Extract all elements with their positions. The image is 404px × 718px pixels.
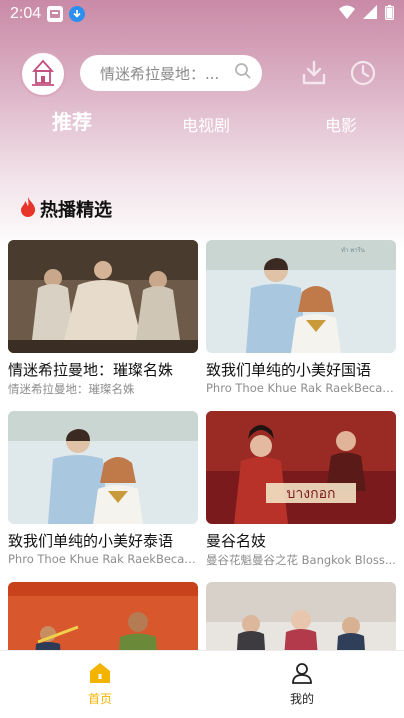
home-icon [88, 661, 112, 688]
search-placeholder: 情迷希拉曼地：... [100, 64, 220, 83]
card-title: 致我们单纯的小美好国语 [206, 361, 372, 379]
nav-home-label: 首页 [87, 692, 112, 706]
category-tabs: 推荐 电视剧 电影 [0, 104, 404, 138]
notification-app-icon [47, 6, 64, 22]
app-logo[interactable] [20, 51, 66, 97]
card-title: 曼谷名妓 [206, 532, 267, 550]
video-card[interactable] [8, 582, 198, 650]
section-header: 热播精选 [20, 196, 112, 222]
search-input[interactable]: 情迷希拉曼地：... [80, 55, 262, 91]
video-card[interactable]: 致我们单纯的小美好泰语 Phro Thoe Khue Rak RaekBecau… [8, 411, 198, 566]
section-title: 热播精选 [40, 200, 112, 221]
card-subtitle: Phro Thoe Khue Rak RaekBecause... [8, 552, 198, 566]
poster-image [8, 240, 198, 353]
tab-movies[interactable]: 电影 [325, 112, 357, 136]
card-subtitle: Phro Thoe Khue Rak RaekBecause... [206, 381, 396, 395]
search-icon[interactable] [234, 62, 252, 84]
top-bar: 情迷希拉曼地：... [0, 50, 404, 97]
profile-icon [290, 661, 314, 688]
download-notification-icon [69, 6, 86, 22]
poster-image [8, 582, 198, 650]
history-clock-icon[interactable] [349, 59, 377, 87]
card-subtitle: 曼谷花魁曼谷之花 Bangkok Bloss... [206, 553, 396, 567]
nav-profile-label: 我的 [289, 692, 314, 706]
poster-image: บางกอก [206, 411, 396, 524]
download-icon[interactable] [300, 59, 328, 87]
svg-text:บางกอก: บางกอก [287, 486, 336, 502]
svg-text:ทำ พารีน: ทำ พารีน [341, 246, 365, 254]
poster-image [206, 582, 396, 650]
video-card[interactable]: 情迷希拉曼地：璀璨名姝 情迷希拉曼地：璀璨名姝 [8, 240, 198, 397]
nav-home[interactable]: 首页 [70, 661, 130, 707]
tab-recommend[interactable]: 推荐 [52, 106, 92, 135]
status-bar: 2:04 [0, 0, 404, 28]
card-title: 致我们单纯的小美好泰语 [8, 532, 174, 550]
temple-logo-icon [31, 59, 55, 86]
wifi-icon [339, 5, 355, 23]
video-card[interactable]: บางกอก 曼谷名妓 曼谷花魁曼谷之花 Bangkok Bloss... [206, 411, 396, 568]
poster-image: ทำ พารีน [206, 240, 396, 353]
nav-profile[interactable]: 我的 [272, 661, 332, 707]
bottom-navigation: 首页 我的 [0, 650, 404, 718]
card-title: 情迷希拉曼地：璀璨名姝 [8, 361, 174, 379]
video-card[interactable] [206, 582, 396, 650]
poster-image [8, 411, 198, 524]
signal-icon [363, 5, 377, 23]
flame-icon [20, 196, 36, 222]
card-subtitle: 情迷希拉曼地：璀璨名姝 [8, 382, 135, 396]
video-card[interactable]: ทำ พารีน 致我们单纯的小美好国语 Phro Thoe Khue Rak … [206, 240, 396, 395]
battery-icon [385, 4, 394, 24]
tab-tv-series[interactable]: 电视剧 [182, 112, 230, 136]
featured-grid: 情迷希拉曼地：璀璨名姝 情迷希拉曼地：璀璨名姝 ทำ พารีน 致我们单纯的小… [0, 240, 404, 650]
status-time: 2:04 [10, 5, 42, 22]
